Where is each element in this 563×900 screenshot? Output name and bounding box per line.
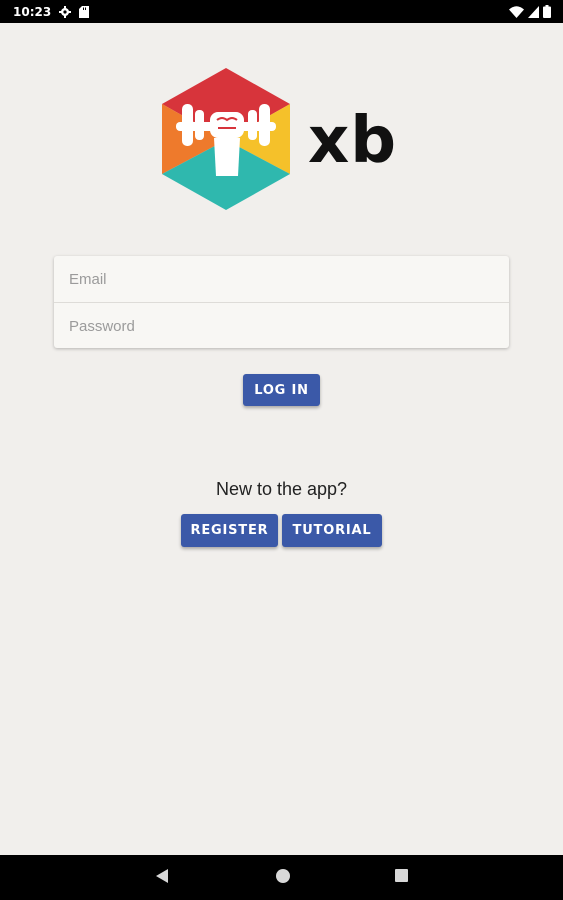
hexagon-fist-dumbbell-logo-icon <box>162 68 290 214</box>
app-content: xb LOG IN New to the app? REGISTER TUTOR… <box>0 23 563 855</box>
home-icon[interactable] <box>275 868 291 884</box>
recents-icon[interactable] <box>395 868 409 884</box>
signal-icon <box>528 5 539 18</box>
status-bar: 10:23 <box>0 0 563 23</box>
new-user-prompt: New to the app? <box>215 479 348 499</box>
password-field[interactable] <box>54 303 509 349</box>
app-name: xb <box>308 104 398 178</box>
tutorial-button[interactable]: TUTORIAL <box>282 514 382 547</box>
battery-icon <box>543 5 551 18</box>
settings-icon <box>59 5 72 18</box>
sd-card-icon <box>79 5 90 18</box>
back-icon[interactable] <box>155 868 169 884</box>
register-button[interactable]: REGISTER <box>181 514 278 547</box>
status-time: 10:23 <box>13 4 52 19</box>
navigation-bar <box>0 855 563 900</box>
app-logo: xb <box>162 68 397 214</box>
wifi-icon <box>509 5 524 18</box>
login-form <box>54 256 509 349</box>
login-button[interactable]: LOG IN <box>243 374 320 406</box>
email-field[interactable] <box>54 256 509 302</box>
